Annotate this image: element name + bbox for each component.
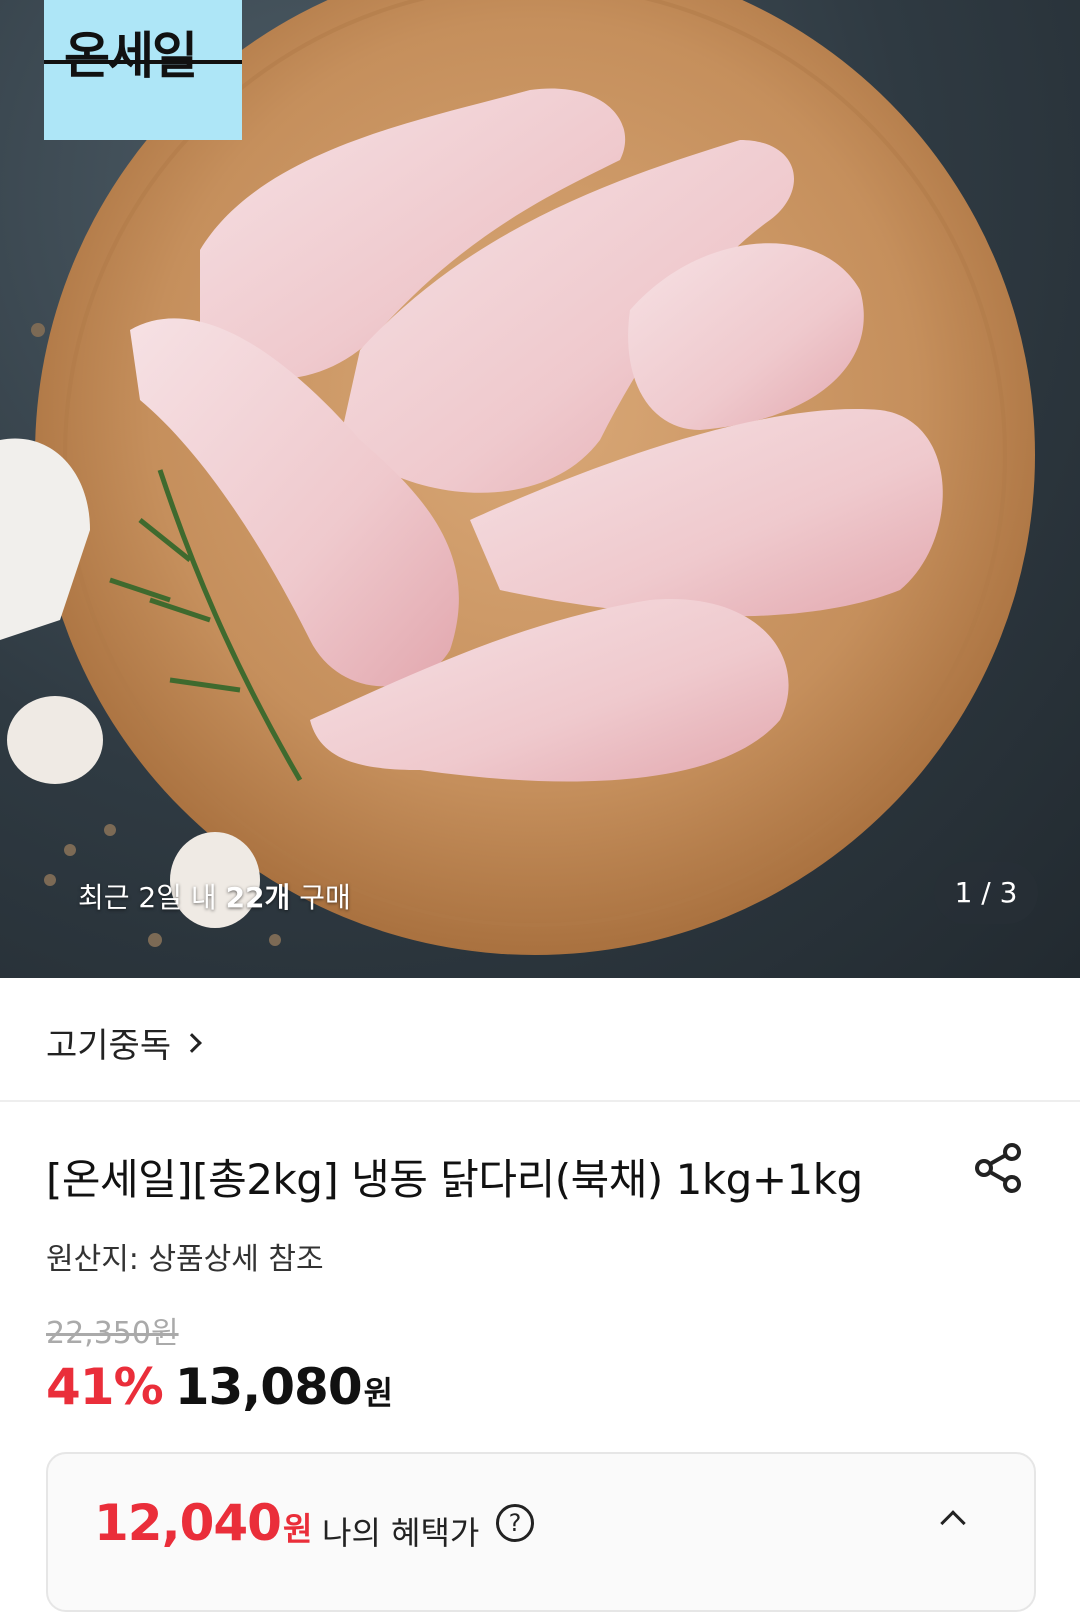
discount-rate: 41% [46, 1358, 164, 1416]
chevron-up-icon[interactable] [940, 1510, 966, 1536]
seller-store-link[interactable]: 고기중독 [46, 1018, 203, 1067]
benefit-amount: 12,040 [94, 1494, 282, 1552]
seller-name: 고기중독 [46, 1026, 172, 1066]
origin-info: 원산지: 상품상세 참조 [46, 1242, 324, 1277]
help-question-icon[interactable]: ? [496, 1504, 534, 1542]
recent-count: 22개 [225, 881, 291, 914]
recent-suffix: 구매 [290, 881, 351, 914]
benefit-label: 나의 혜택가 [322, 1514, 480, 1552]
share-icon [975, 1143, 1021, 1193]
onsale-brand-badge: 온세일 [44, 0, 242, 140]
sale-price-unit: 원 [363, 1374, 394, 1412]
seller-row: 고기중독 [0, 978, 1080, 1102]
product-photo [0, 0, 1035, 955]
garlic [7, 696, 103, 784]
sale-price: 13,080 [174, 1358, 363, 1416]
product-title: [온세일][총2kg] 냉동 닭다리(북채) 1kg+1kg [46, 1155, 863, 1204]
benefit-unit: 원 [282, 1510, 313, 1548]
carousel-page-indicator: 1 / 3 [934, 862, 1038, 924]
my-benefit-price-panel[interactable]: 12,040 원 나의 혜택가 ? [46, 1452, 1036, 1612]
product-image-carousel[interactable]: 온세일 최근 2일 내 22개 구매 1 / 3 [0, 0, 1080, 978]
chevron-right-icon [182, 1032, 203, 1053]
recent-prefix: 최근 2일 내 [78, 881, 226, 914]
brand-badge-text: 온세일 [64, 27, 198, 85]
recent-purchase-info: 최근 2일 내 22개 구매 [78, 876, 351, 916]
share-button[interactable] [972, 1140, 1028, 1196]
benefit-price: 12,040 원 [94, 1494, 312, 1552]
original-price: 22,350원 [46, 1316, 179, 1351]
price-row: 41% 13,080 원 [46, 1358, 393, 1416]
